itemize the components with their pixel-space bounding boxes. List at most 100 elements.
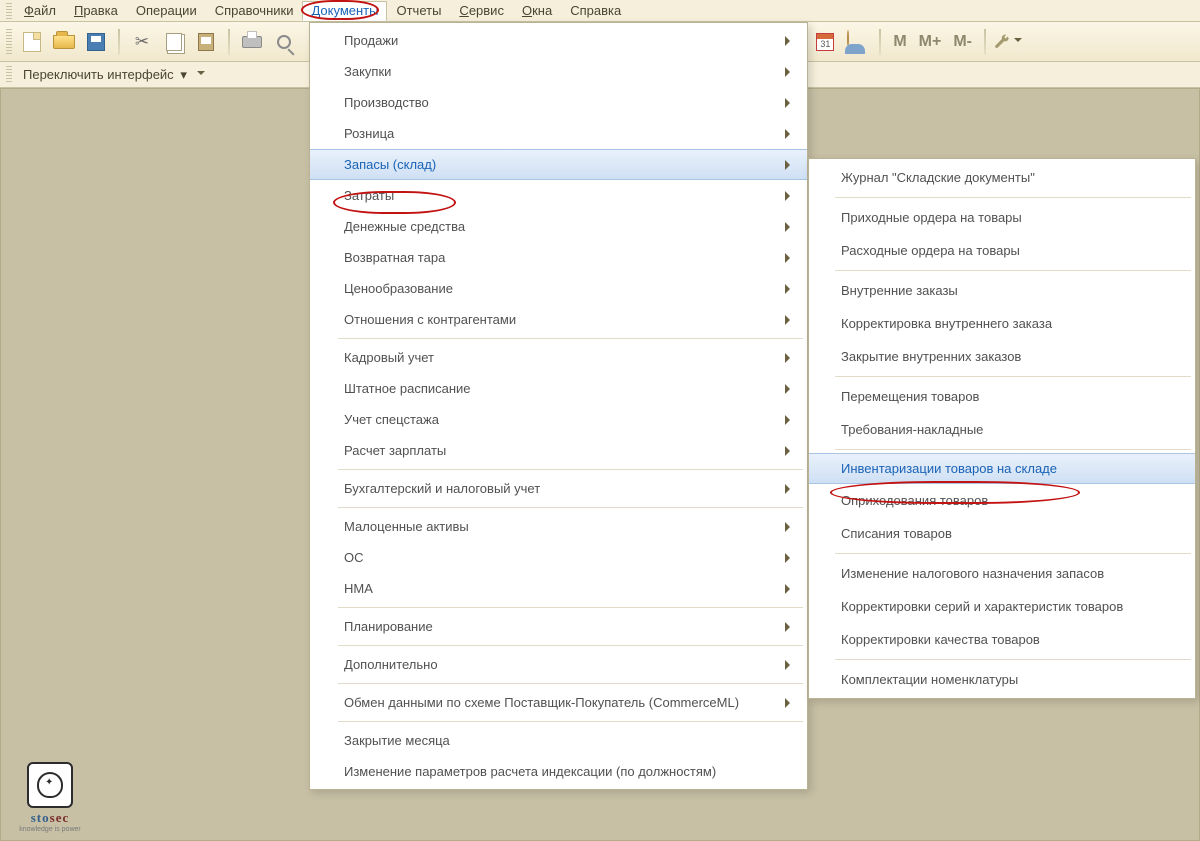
menu-item[interactable]: Комплектации номенклатуры [809,663,1195,696]
menu-item[interactable]: Дополнительно [310,649,807,680]
menu-item[interactable]: Отношения с контрагентами [310,304,807,335]
switch-interface-dropdown[interactable]: Переключить интерфейс ▾ [17,64,211,86]
chevron-down-icon [197,71,205,79]
menu-item[interactable]: Закрытие месяца [310,725,807,756]
menu-item-label: Продажи [344,33,398,48]
toolbar-new-button[interactable] [18,28,46,56]
menu-item[interactable]: Требования-накладные [809,413,1195,446]
menu-item[interactable]: ОС [310,542,807,573]
chevron-right-icon [785,553,795,563]
chevron-right-icon [785,384,795,394]
print-icon [242,36,262,48]
chevron-right-icon [785,584,795,594]
menu-item[interactable]: Малоценные активы [310,511,807,542]
menu-item-label: Розница [344,126,394,141]
logo-tagline: knowledge is power [10,826,90,833]
toolbar-paste-button[interactable] [192,28,220,56]
menu-item-label: Учет спецстажа [344,412,439,427]
chevron-right-icon [785,284,795,294]
menu-item[interactable]: Изменение налогового назначения запасов [809,557,1195,590]
menubar-item-отчеты[interactable]: Отчеты [387,1,450,21]
memory-mplus-button[interactable]: М+ [913,33,948,51]
toolbar-cut-button[interactable]: ✂ [128,28,156,56]
menu-item[interactable]: Закупки [310,56,807,87]
menu-item[interactable]: Журнал "Складские документы" [809,161,1195,194]
menu-item[interactable]: Затраты [310,180,807,211]
toolbar-settings-button[interactable] [994,28,1022,56]
menu-item-label: Расчет зарплаты [344,443,446,458]
menu-item-label: Ценообразование [344,281,453,296]
menu-item[interactable]: Планирование [310,611,807,642]
menubar-item-сервис[interactable]: Сервис [450,1,513,21]
menu-separator [338,683,803,684]
menu-item[interactable]: Бухгалтерский и налоговый учет [310,473,807,504]
menu-item[interactable]: Внутренние заказы [809,274,1195,307]
chevron-down-icon [1014,38,1022,46]
menubar-item-документы[interactable]: Документы [302,1,387,21]
menu-item[interactable]: Розница [310,118,807,149]
menu-item-label: Бухгалтерский и налоговый учет [344,481,540,496]
chevron-right-icon [785,191,795,201]
chevron-right-icon [785,315,795,325]
toolbar-preview-button[interactable] [270,28,298,56]
menu-separator [835,449,1191,450]
menu-item[interactable]: Корректировки качества товаров [809,623,1195,656]
menu-item[interactable]: Инвентаризации товаров на складе [809,453,1195,484]
menu-item[interactable]: Корректировка внутреннего заказа [809,307,1195,340]
file-icon [23,32,41,52]
menu-item[interactable]: Ценообразование [310,273,807,304]
toolbar-save-button[interactable] [82,28,110,56]
menu-item[interactable]: Возвратная тара [310,242,807,273]
toolbar-calendar-button[interactable] [811,28,839,56]
menu-item[interactable]: Производство [310,87,807,118]
toolbar-copy-button[interactable] [160,28,188,56]
menu-item[interactable]: Приходные ордера на товары [809,201,1195,234]
menu-separator [338,338,803,339]
toolbar-user-button[interactable] [843,28,871,56]
menu-item[interactable]: Расходные ордера на товары [809,234,1195,267]
menu-item[interactable]: Корректировки серий и характеристик това… [809,590,1195,623]
menubar-item-справка[interactable]: Справка [561,1,630,21]
chevron-right-icon [785,660,795,670]
toolbar-open-button[interactable] [50,28,78,56]
menu-item-label: Изменение налогового назначения запасов [841,566,1104,581]
scissors-icon: ✂ [135,32,149,52]
menu-item-label: Корректировка внутреннего заказа [841,316,1052,331]
menu-separator [835,659,1191,660]
menubar-grip [6,3,12,19]
chevron-right-icon [785,160,795,170]
menu-item[interactable]: Расчет зарплаты [310,435,807,466]
menubar-item-окна[interactable]: Окна [513,1,561,21]
chevron-down-icon: ▾ [180,67,187,82]
menubar-item-операции[interactable]: Операции [127,1,206,21]
memory-mminus-button[interactable]: М- [947,33,978,51]
menu-item[interactable]: НМА [310,573,807,604]
menu-item[interactable]: Денежные средства [310,211,807,242]
menu-item[interactable]: Учет спецстажа [310,404,807,435]
menu-item[interactable]: Закрытие внутренних заказов [809,340,1195,373]
menu-item[interactable]: Изменение параметров расчета индексации … [310,756,807,787]
menu-item[interactable]: Продажи [310,25,807,56]
menu-item-label: Штатное расписание [344,381,471,396]
memory-m-button[interactable]: М [887,33,912,51]
menubar-item-правка[interactable]: Правка [65,1,127,21]
menu-item[interactable]: Списания товаров [809,517,1195,550]
menu-item-label: Корректировки качества товаров [841,632,1040,647]
menu-item[interactable]: Оприходования товаров [809,484,1195,517]
menu-item[interactable]: Штатное расписание [310,373,807,404]
toolbar-separator [879,29,881,55]
toolbar-separator [984,29,986,55]
toolbar-print-button[interactable] [238,28,266,56]
menu-item-label: Перемещения товаров [841,389,979,404]
menu-item-label: Затраты [344,188,394,203]
menu-item[interactable]: Обмен данными по схеме Поставщик-Покупат… [310,687,807,718]
strip-grip [6,66,12,84]
menu-item[interactable]: Кадровый учет [310,342,807,373]
menu-item[interactable]: Запасы (склад) [310,149,807,180]
menu-item-label: Закрытие месяца [344,733,450,748]
menu-item[interactable]: Перемещения товаров [809,380,1195,413]
menubar-item-файл[interactable]: Файл [15,1,65,21]
menubar-item-справочники[interactable]: Справочники [206,1,303,21]
menu-item-label: Отношения с контрагентами [344,312,516,327]
menu-item-label: Списания товаров [841,526,952,541]
